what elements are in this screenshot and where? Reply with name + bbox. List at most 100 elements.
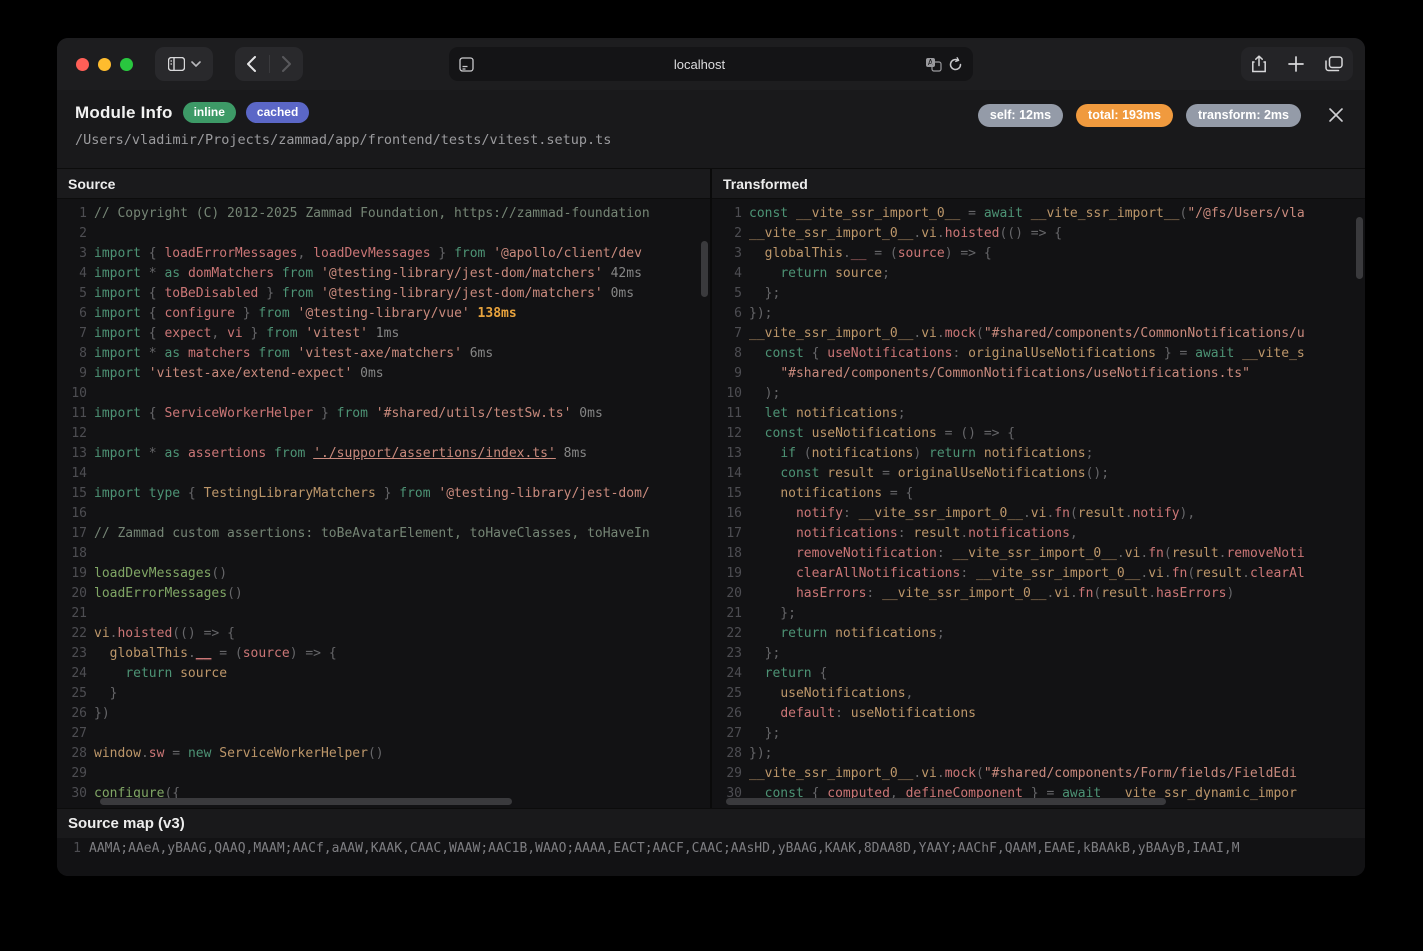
badges: inlinecached: [183, 102, 310, 123]
code-token: hoisted: [117, 626, 172, 641]
code-line: 19 clearAllNotifications: __vite_ssr_imp…: [712, 564, 1365, 584]
code-token: [274, 266, 282, 281]
code-token: '@testing-library/jest-dom/matchers': [321, 266, 603, 281]
source-code-area[interactable]: 1// Copyright (C) 2012-2025 Zammad Found…: [57, 199, 710, 808]
code-token: '@testing-library/vue': [298, 306, 470, 321]
code-token: }: [431, 246, 454, 261]
close-button[interactable]: [1327, 102, 1353, 128]
line-number: 6: [57, 304, 87, 324]
code-text: import * as matchers from 'vitest-axe/ma…: [87, 344, 493, 364]
code-token: [976, 446, 984, 461]
transformed-code-area[interactable]: 1const __vite_ssr_import_0__ = await __v…: [712, 199, 1365, 808]
code-token: window: [94, 746, 141, 761]
back-button[interactable]: [235, 47, 269, 81]
code-token: notifications: [968, 526, 1070, 541]
module-info-header: Module Info inlinecached self: 12mstotal…: [57, 90, 1365, 168]
code-token: 0ms: [571, 406, 602, 421]
code-token: [749, 526, 796, 541]
transformed-vertical-scrollbar[interactable]: [1356, 217, 1363, 279]
code-token: .: [1148, 586, 1156, 601]
code-token: (): [211, 566, 227, 581]
code-text: notifications: result.notifications,: [742, 524, 1078, 544]
url-text: localhost: [474, 57, 925, 72]
line-number: 23: [712, 644, 742, 664]
sourcemap-header: Source map (v3): [57, 808, 1365, 838]
line-number: 11: [712, 404, 742, 424]
code-text: import type { TestingLibraryMatchers } f…: [87, 484, 650, 504]
code-text: const __vite_ssr_import_0__ = await __vi…: [742, 204, 1305, 224]
code-token: [749, 466, 780, 481]
reload-button[interactable]: [948, 57, 963, 72]
nav-buttons: [235, 47, 303, 81]
code-token: }): [94, 706, 110, 721]
code-line: 11 let notifications;: [712, 404, 1365, 424]
timing-badge: total: 193ms: [1076, 104, 1173, 127]
share-button[interactable]: [1251, 55, 1267, 73]
code-text: if (notifications) return notifications;: [742, 444, 1093, 464]
minimize-traffic-light[interactable]: [98, 58, 111, 71]
translate-button[interactable]: A: [925, 57, 942, 72]
code-text: return source;: [742, 264, 890, 284]
code-token: __vite_ssr_import_0__: [953, 546, 1117, 561]
new-tab-button[interactable]: [1288, 56, 1304, 72]
line-number: 12: [712, 424, 742, 444]
source-link[interactable]: './support/assertions/index.ts': [313, 446, 556, 461]
url-bar[interactable]: localhost A: [449, 47, 973, 81]
sidebar-toggle-button[interactable]: [155, 47, 213, 81]
line-number: 25: [57, 684, 87, 704]
code-text: clearAllNotifications: __vite_ssr_import…: [742, 564, 1305, 584]
line-number: 20: [712, 584, 742, 604]
code-token: "#shared/components/Form/fields/FieldEdi: [984, 766, 1297, 781]
code-token: return: [929, 446, 976, 461]
code-token: {: [141, 286, 164, 301]
line-number: 26: [712, 704, 742, 724]
code-text: window.sw = new ServiceWorkerHelper(): [87, 744, 384, 764]
code-token: *: [141, 446, 164, 461]
forward-button[interactable]: [269, 47, 303, 81]
close-traffic-light[interactable]: [76, 58, 89, 71]
code-token: as: [164, 446, 180, 461]
code-token: useNotifications: [780, 686, 905, 701]
code-token: if: [780, 446, 796, 461]
sourcemap-code-area[interactable]: 1 AAMA;AAeA,yBAAG,QAAQ,MAAM;AACf,aAAW,KA…: [57, 838, 1365, 876]
line-number: 4: [712, 264, 742, 284]
transformed-horizontal-scrollbar[interactable]: [726, 798, 1166, 805]
code-token: '@apollo/client/dev: [493, 246, 642, 261]
code-line: 10 );: [712, 384, 1365, 404]
source-horizontal-scrollbar[interactable]: [100, 798, 512, 805]
code-token: globalThis: [765, 246, 843, 261]
code-line: 1const __vite_ssr_import_0__ = await __v…: [712, 204, 1365, 224]
code-token: [749, 686, 780, 701]
code-token: fn: [1078, 586, 1094, 601]
code-token: '@testing-library/jest-dom/: [438, 486, 649, 501]
tab-overview-button[interactable]: [1325, 56, 1343, 72]
code-text: __vite_ssr_import_0__.vi.mock("#shared/c…: [742, 324, 1305, 344]
code-text: "#shared/components/CommonNotifications/…: [742, 364, 1250, 384]
code-text: [87, 464, 94, 484]
code-token: [1234, 346, 1242, 361]
zoom-traffic-light[interactable]: [120, 58, 133, 71]
code-token: domMatchers: [188, 266, 274, 281]
code-token: 0ms: [603, 286, 634, 301]
code-token: __: [851, 246, 867, 261]
code-line: 23 };: [712, 644, 1365, 664]
code-text: // Zammad custom assertions: toBeAvatarE…: [87, 524, 650, 544]
code-line: 9import 'vitest-axe/extend-expect' 0ms: [57, 364, 710, 384]
code-panels: Source 1// Copyright (C) 2012-2025 Zamma…: [57, 168, 1365, 808]
line-number: 2: [57, 224, 87, 244]
code-token: mock: [945, 766, 976, 781]
code-token: from: [274, 446, 305, 461]
code-token: source: [898, 246, 945, 261]
code-token: :: [898, 526, 914, 541]
code-line: 6import { configure } from '@testing-lib…: [57, 304, 710, 324]
code-text: };: [742, 644, 780, 664]
source-vertical-scrollbar[interactable]: [701, 241, 708, 297]
code-line: 20loadErrorMessages(): [57, 584, 710, 604]
code-token: {: [141, 406, 164, 421]
code-text: [87, 544, 94, 564]
code-token: import: [94, 246, 141, 261]
line-number: 5: [712, 284, 742, 304]
line-number: 14: [712, 464, 742, 484]
code-token: __vite_ssr_import_0__: [882, 586, 1046, 601]
code-token: ): [1227, 586, 1235, 601]
